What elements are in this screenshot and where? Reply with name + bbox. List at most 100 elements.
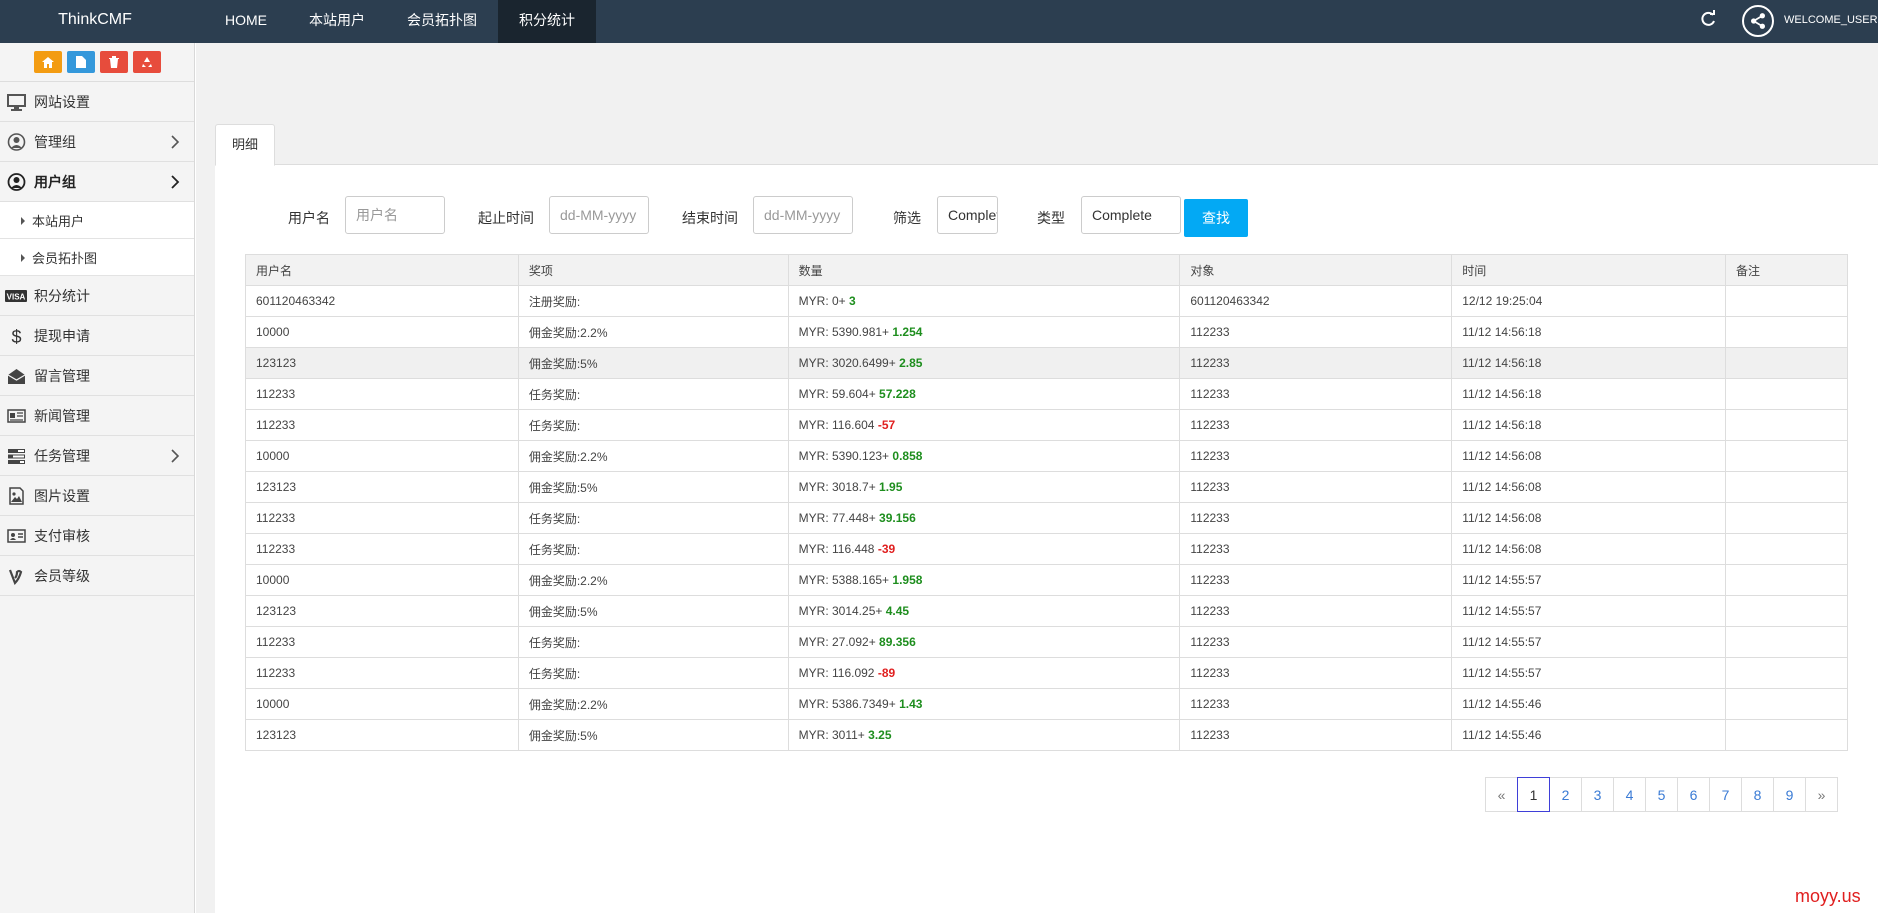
cell-username: 123123 — [245, 719, 519, 751]
sidebar-item-label: 管理组 — [34, 133, 76, 150]
cell-award: 任务奖励: — [517, 502, 789, 534]
pagination-page-6[interactable]: 6 — [1677, 777, 1710, 812]
tab-bar — [215, 123, 1878, 165]
document-shortcut-button[interactable] — [66, 51, 95, 73]
cell-amount: MYR: 3020.6499+ 2.85 — [787, 347, 1181, 379]
cell-target: 112233 — [1179, 471, 1453, 503]
col-header-award: 奖项 — [517, 254, 789, 286]
pagination-page-5[interactable]: 5 — [1645, 777, 1678, 812]
table-row: 112233 任务奖励: MYR: 116.448 -39 112233 11/12 1… — [245, 533, 1848, 565]
sidebar-item-tasks[interactable]: 任务管理 — [0, 436, 194, 476]
cell-target: 112233 — [1179, 378, 1453, 410]
cell-note — [1725, 595, 1848, 627]
trash-shortcut-button[interactable] — [99, 51, 128, 73]
cell-username: 112233 — [245, 626, 519, 658]
sidebar-item-messages[interactable]: 留言管理 — [0, 356, 194, 396]
nav-points-stats[interactable]: 积分统计 — [498, 0, 596, 43]
table-row: 112233 任务奖励: MYR: 59.604+ 57.228 112233 11/1… — [245, 378, 1848, 410]
cell-username: 123123 — [245, 347, 519, 379]
amount-base: MYR: 0+ — [798, 294, 846, 308]
content-header-band — [196, 43, 1878, 103]
search-button[interactable]: 查找 — [1184, 199, 1248, 237]
cell-time: 11/12 14:55:57 — [1451, 564, 1727, 596]
sidebar-item-site-settings[interactable]: 网站设置 — [0, 82, 194, 122]
filter-select[interactable]: Complete — [937, 196, 998, 234]
pagination-page-3[interactable]: 3 — [1581, 777, 1614, 812]
sidebar-item-admin-group[interactable]: 管理组 — [0, 122, 194, 162]
sidebar-item-label: 积分统计 — [34, 287, 90, 304]
recycle-icon — [141, 57, 152, 67]
amount-base: MYR: 5390.123+ — [798, 449, 890, 463]
cell-time: 11/12 14:56:18 — [1451, 409, 1727, 441]
nav-member-topology[interactable]: 会员拓扑图 — [386, 0, 498, 43]
cell-award: 任务奖励: — [517, 533, 789, 565]
shortcut-bar — [0, 43, 194, 82]
start-time-label: 起止时间 — [478, 210, 534, 226]
username-input[interactable] — [345, 196, 445, 234]
tab-details[interactable]: 明细 — [215, 124, 275, 166]
refresh-icon[interactable] — [1699, 10, 1717, 28]
table-row: 10000 佣金奖励:2.2% MYR: 5386.7349+ 1.43 112233… — [245, 688, 1848, 720]
table-row: 123123 佣金奖励:5% MYR: 3011+ 3.25 112233 11/12 … — [245, 719, 1848, 751]
table-row: 601120463342 注册奖励: MYR: 0+ 3 601120463342 12… — [245, 285, 1848, 317]
user-icon — [7, 173, 26, 191]
cell-note — [1725, 440, 1848, 472]
cell-note — [1725, 409, 1848, 441]
cell-target: 112233 — [1179, 316, 1453, 348]
sidebar-item-points-stats[interactable]: VISA 积分统计 — [0, 276, 194, 316]
cell-target: 112233 — [1179, 688, 1453, 720]
start-date-input[interactable] — [549, 196, 649, 234]
table-row: 123123 佣金奖励:5% MYR: 3018.7+ 1.95 112233 11/1… — [245, 471, 1848, 503]
pagination-page-8[interactable]: 8 — [1741, 777, 1774, 812]
sidebar-item-label: 提现申请 — [34, 327, 90, 344]
sidebar-item-label: 网站设置 — [34, 93, 90, 110]
sidebar-item-label: 留言管理 — [34, 367, 90, 384]
pagination-page-9[interactable]: 9 — [1773, 777, 1806, 812]
cell-amount: MYR: 5390.123+ 0.858 — [787, 440, 1181, 472]
amount-base: MYR: 116.092 — [798, 666, 875, 680]
pagination-page-7[interactable]: 7 — [1709, 777, 1742, 812]
cell-username: 112233 — [245, 409, 519, 441]
pagination-page-4[interactable]: 4 — [1613, 777, 1646, 812]
pagination-page-1[interactable]: 1 — [1517, 777, 1550, 812]
amount-base: MYR: 5390.981+ — [798, 325, 890, 339]
cell-target: 112233 — [1179, 347, 1453, 379]
sidebar-item-image-settings[interactable]: 图片设置 — [0, 476, 194, 516]
pagination-next[interactable]: » — [1805, 777, 1838, 812]
sidebar-subitem-site-users[interactable]: 本站用户 — [0, 202, 194, 239]
monitor-icon — [7, 94, 26, 111]
type-select[interactable]: Complete — [1081, 196, 1181, 234]
pagination-page-2[interactable]: 2 — [1549, 777, 1582, 812]
sidebar-item-user-group[interactable]: 用户组 — [0, 162, 194, 202]
sidebar-item-withdraw[interactable]: $ 提现申请 — [0, 316, 194, 356]
amount-base: MYR: 116.448 — [798, 542, 875, 556]
cell-username: 112233 — [245, 502, 519, 534]
sidebar-item-payment-review[interactable]: 支付审核 — [0, 516, 194, 556]
cell-username: 10000 — [245, 688, 519, 720]
sidebar-subitem-member-topology[interactable]: 会员拓扑图 — [0, 239, 194, 276]
table-row: 112233 任务奖励: MYR: 116.092 -89 112233 11/12 1… — [245, 657, 1848, 689]
recycle-shortcut-button[interactable] — [132, 51, 161, 73]
avatar[interactable] — [1742, 5, 1774, 37]
end-date-input[interactable] — [753, 196, 853, 234]
brand-logo[interactable]: ThinkCMF — [0, 0, 190, 43]
cell-amount: MYR: 5388.165+ 1.958 — [787, 564, 1181, 596]
cell-target: 601120463342 — [1179, 285, 1453, 317]
sidebar-item-news[interactable]: 新闻管理 — [0, 396, 194, 436]
nav-home[interactable]: HOME — [204, 0, 288, 43]
chevron-right-icon — [171, 449, 180, 463]
welcome-user[interactable]: WELCOME_USER — [1784, 14, 1878, 26]
cell-award: 佣金奖励:2.2% — [517, 316, 789, 348]
cell-target: 112233 — [1179, 595, 1453, 627]
pagination-prev[interactable]: « — [1485, 777, 1518, 812]
chevron-right-icon — [171, 135, 180, 149]
amount-delta: 4.45 — [885, 604, 910, 618]
cell-award: 任务奖励: — [517, 657, 789, 689]
nav-site-users[interactable]: 本站用户 — [288, 0, 386, 43]
col-header-target: 对象 — [1179, 254, 1453, 286]
home-shortcut-button[interactable] — [33, 51, 62, 73]
sidebar-item-member-level[interactable]: 会员等级 — [0, 556, 194, 596]
cell-time: 11/12 14:55:57 — [1451, 657, 1727, 689]
cell-award: 任务奖励: — [517, 626, 789, 658]
amount-delta: -39 — [877, 542, 896, 556]
